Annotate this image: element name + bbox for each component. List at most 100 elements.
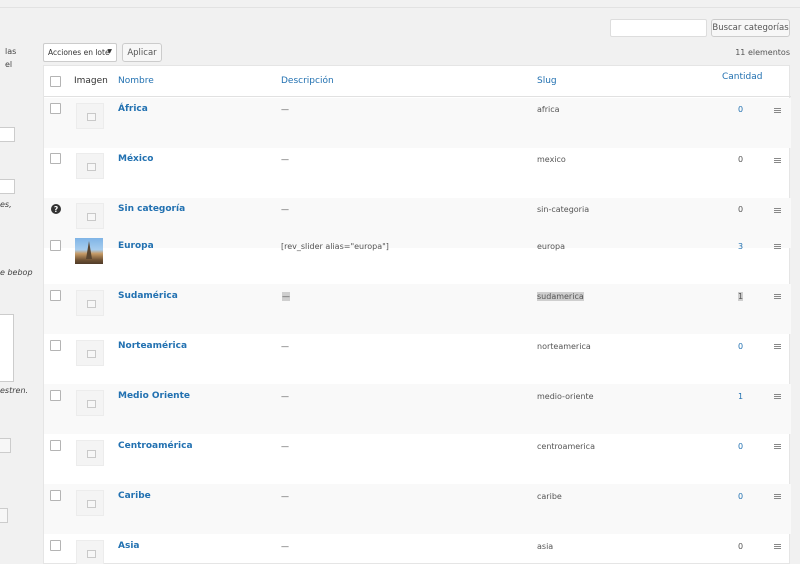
column-header-image: Imagen [74, 76, 108, 86]
panel-input-field[interactable] [0, 127, 15, 142]
category-slug: africa [537, 105, 560, 114]
categories-table: Imagen Nombre Descripción Slug Cantidad … [43, 65, 791, 564]
category-description: [rev_slider alias="europa"] [281, 242, 389, 251]
category-name-link[interactable]: Centroamérica [118, 441, 193, 451]
search-categories-input[interactable] [610, 19, 707, 37]
category-slug: mexico [537, 155, 566, 164]
category-count-link[interactable]: 0 [738, 492, 743, 501]
search-categories-button[interactable]: Buscar categorías [711, 19, 790, 37]
row-checkbox[interactable] [50, 540, 61, 551]
drag-handle-icon[interactable] [774, 394, 781, 399]
table-row: África — africa 0 [44, 98, 791, 148]
panel-text-fragment: las [5, 47, 17, 56]
category-description: — [281, 392, 289, 401]
drag-handle-icon[interactable] [774, 294, 781, 299]
category-image-placeholder [76, 203, 104, 229]
category-slug: medio-oriente [537, 392, 594, 401]
items-count: 11 elementos [735, 48, 790, 57]
help-icon[interactable]: ? [51, 204, 61, 214]
category-count: 0 [738, 155, 744, 164]
drag-handle-icon[interactable] [774, 208, 781, 213]
table-row: Norteamérica — norteamerica 0 [44, 334, 791, 384]
chevron-down-icon: ▼ [107, 48, 112, 55]
category-slug: asia [537, 542, 554, 551]
category-description: — [281, 205, 289, 214]
row-checkbox[interactable] [50, 290, 61, 301]
admin-top-strip [0, 0, 800, 8]
category-slug: caribe [537, 492, 562, 501]
drag-handle-icon[interactable] [774, 494, 781, 499]
add-category-panel: las el es, e bebop estren. [0, 8, 40, 564]
column-header-name[interactable]: Nombre [118, 76, 154, 86]
category-slug: centroamerica [537, 442, 595, 451]
category-name-link[interactable]: Asia [118, 541, 139, 551]
category-image-placeholder [76, 440, 104, 466]
bulk-actions-selected-value: Acciones en lote [48, 48, 110, 57]
column-header-description[interactable]: Descripción [281, 76, 334, 86]
panel-text-fragment: es, [0, 200, 12, 209]
category-name-link[interactable]: México [118, 154, 153, 164]
panel-textarea[interactable] [0, 314, 14, 382]
table-row: Europa [rev_slider alias="europa"] europ… [44, 234, 791, 284]
category-description: — [281, 155, 289, 164]
category-description: — [281, 542, 289, 551]
bulk-actions-select[interactable]: Acciones en lote ▼ [43, 43, 117, 62]
drag-handle-icon[interactable] [774, 344, 781, 349]
category-count: 0 [738, 542, 744, 551]
row-checkbox[interactable] [50, 103, 61, 114]
category-count-link[interactable]: 0 [738, 105, 743, 114]
category-slug: sudamerica [537, 292, 584, 301]
drag-handle-icon[interactable] [774, 444, 781, 449]
drag-handle-icon[interactable] [774, 244, 781, 249]
table-row: Caribe — caribe 0 [44, 484, 791, 534]
table-row: Asia — asia 0 [44, 534, 791, 564]
category-count-link[interactable]: 1 [738, 392, 743, 401]
table-row: Medio Oriente — medio-oriente 1 [44, 384, 791, 434]
category-image-placeholder [76, 153, 104, 179]
category-count-link[interactable]: 3 [738, 242, 743, 251]
category-name-link[interactable]: Sin categoría [118, 204, 185, 214]
panel-text-fragment: e bebop [0, 268, 33, 277]
category-name-link[interactable]: Medio Oriente [118, 391, 190, 401]
category-image-placeholder [76, 390, 104, 416]
category-description: — [281, 442, 289, 451]
category-name-link[interactable]: Caribe [118, 491, 151, 501]
panel-input-field[interactable] [0, 179, 15, 194]
row-checkbox[interactable] [50, 390, 61, 401]
column-header-slug[interactable]: Slug [537, 76, 557, 86]
category-description: — [281, 342, 289, 351]
select-all-checkbox[interactable] [50, 76, 61, 87]
column-header-count[interactable]: Cantidad [722, 72, 762, 82]
row-checkbox[interactable] [50, 240, 61, 251]
category-name-link[interactable]: Norteamérica [118, 341, 187, 351]
row-checkbox[interactable] [50, 490, 61, 501]
category-count-link[interactable]: 0 [738, 342, 743, 351]
apply-button[interactable]: Aplicar [122, 43, 162, 62]
row-checkbox[interactable] [50, 153, 61, 164]
row-checkbox[interactable] [50, 340, 61, 351]
category-name-link[interactable]: Sudamérica [118, 291, 178, 301]
category-image-placeholder [76, 103, 104, 129]
drag-handle-icon[interactable] [774, 158, 781, 163]
category-count-link[interactable]: 0 [738, 442, 743, 451]
category-count: 0 [738, 205, 744, 214]
table-row: México — mexico 0 [44, 148, 791, 198]
eiffel-tower-icon [86, 241, 92, 259]
category-slug: europa [537, 242, 565, 251]
table-header: Imagen Nombre Descripción Slug Cantidad [44, 66, 791, 97]
category-image-eiffel-tower [75, 238, 103, 264]
category-image-placeholder [76, 340, 104, 366]
panel-text-fragment: estren. [0, 386, 29, 395]
category-image-placeholder [76, 290, 104, 316]
category-name-link[interactable]: Europa [118, 241, 154, 251]
category-count: 1 [738, 292, 744, 301]
drag-handle-icon[interactable] [774, 544, 781, 549]
row-checkbox[interactable] [50, 440, 61, 451]
panel-button[interactable] [0, 438, 11, 453]
table-row: Centroamérica — centroamerica 0 [44, 434, 791, 484]
category-description: — [281, 105, 289, 114]
category-name-link[interactable]: África [118, 104, 148, 114]
category-image-placeholder [76, 490, 104, 516]
drag-handle-icon[interactable] [774, 108, 781, 113]
panel-button[interactable] [0, 508, 8, 523]
